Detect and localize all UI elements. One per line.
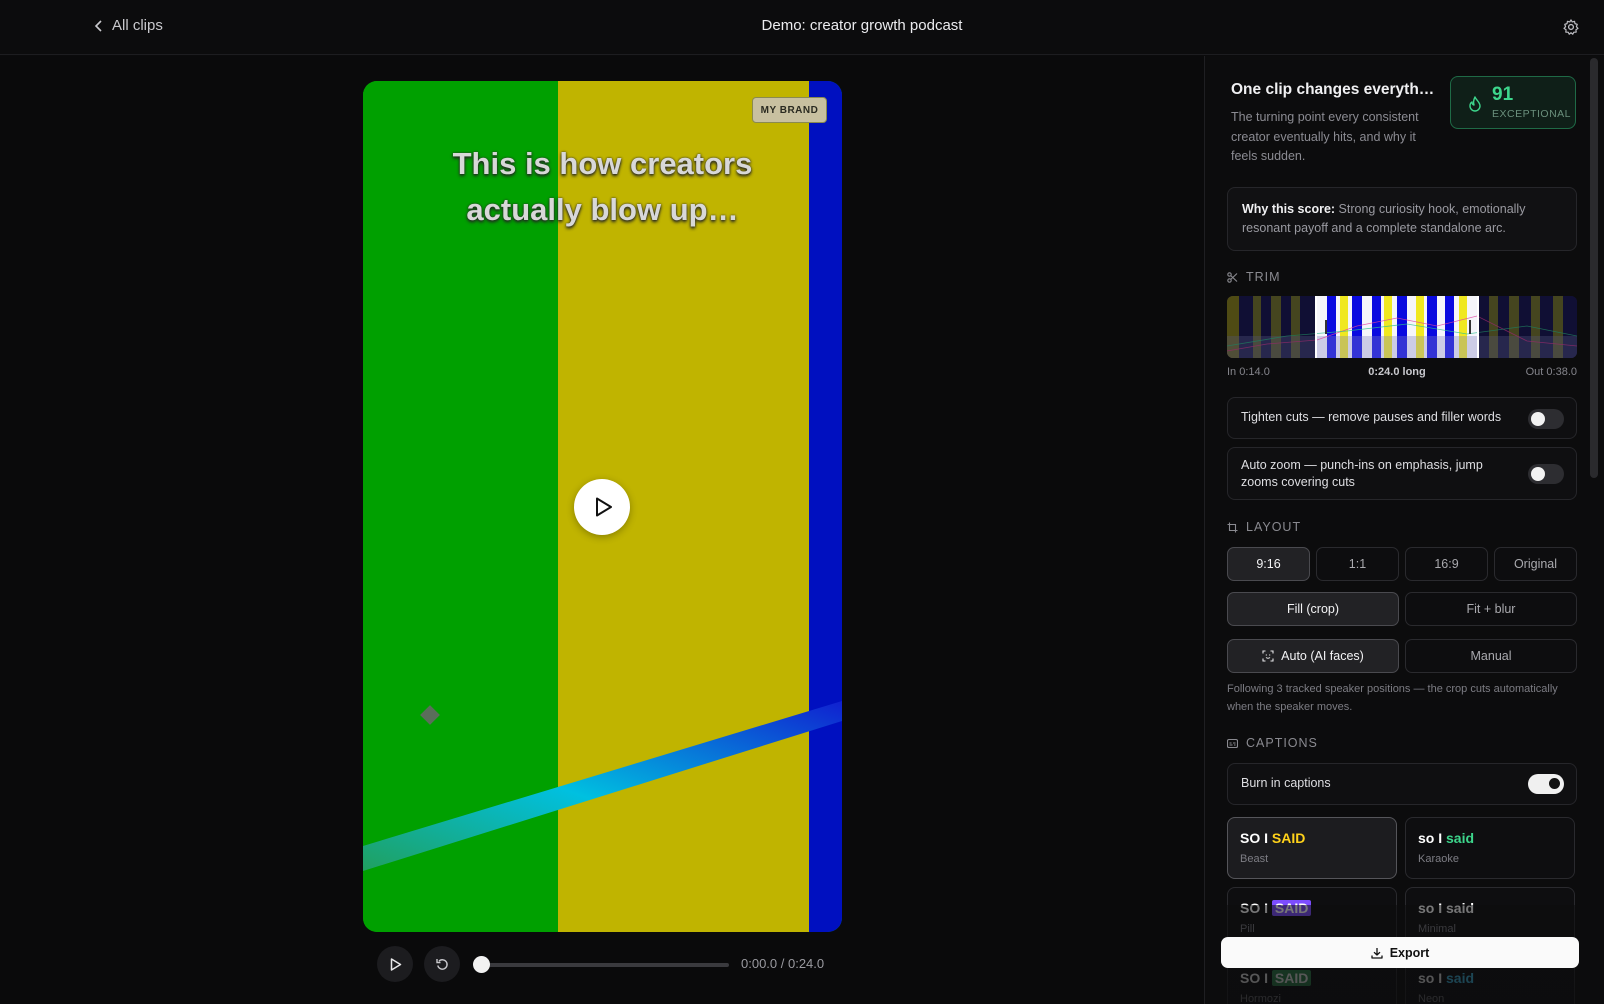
brand-watermark: MY BRAND — [752, 97, 827, 123]
trim-out-label: Out 0:38.0 — [1525, 366, 1577, 378]
caption-style-name: Hormozi — [1240, 993, 1281, 1004]
caption-style-name: Beast — [1240, 853, 1269, 865]
caption-style-name: Karaoke — [1418, 853, 1459, 865]
why-label: Why this score: — [1242, 202, 1336, 216]
play-overlay-button[interactable] — [574, 479, 630, 535]
trim-waveform — [1227, 296, 1577, 358]
flame-icon — [1469, 96, 1481, 112]
restart-button[interactable] — [424, 946, 460, 982]
caption-style-preview: so I said — [1418, 900, 1475, 916]
restart-icon — [435, 958, 448, 970]
fill-crop-button[interactable]: Fill (crop) — [1227, 592, 1399, 626]
caption-style-preview: so I said — [1418, 970, 1475, 986]
caption-style-karaoke[interactable]: so I said Karaoke — [1405, 817, 1575, 879]
gear-icon[interactable] — [1562, 18, 1580, 36]
captions-label: CAPTIONS — [1246, 736, 1318, 750]
layout-section-header: LAYOUT — [1227, 520, 1301, 534]
clip-settings-panel: One clip changes everyth… The turning po… — [1204, 56, 1604, 1004]
ratio-16-9[interactable]: 16:9 — [1405, 547, 1488, 581]
auto-zoom-label: Auto zoom — punch-ins on emphasis, jump … — [1241, 458, 1483, 489]
clip-title: One clip changes everyth… — [1231, 81, 1435, 98]
player-controls: 0:00.0 / 0:24.0 — [377, 946, 837, 982]
preview-stage: MY BRAND This is how creators actually b… — [0, 56, 1204, 1004]
caption-style-preview: SO I SAID — [1240, 900, 1312, 916]
crop-icon — [1227, 522, 1238, 532]
caption-style-preview: SO I SAID — [1240, 830, 1306, 846]
caption-style-beast[interactable]: SO I SAID Beast — [1227, 817, 1397, 879]
play-icon — [390, 957, 401, 971]
seek-handle[interactable] — [473, 956, 490, 973]
caption-style-preview: so I said — [1418, 830, 1475, 846]
time-display: 0:00.0 / 0:24.0 — [741, 956, 825, 971]
ratio-original[interactable]: Original — [1494, 547, 1577, 581]
scissors-icon — [1227, 271, 1238, 283]
ratio-1-1[interactable]: 1:1 — [1316, 547, 1399, 581]
clip-description: The turning point every consistent creat… — [1231, 110, 1419, 163]
caption-style-name: Neon — [1418, 993, 1445, 1004]
score-label: EXCEPTIONAL — [1492, 108, 1572, 120]
fit-blur-button[interactable]: Fit + blur — [1405, 592, 1577, 626]
layout-label: LAYOUT — [1246, 520, 1302, 534]
captions-section-header: CAPTIONS — [1227, 736, 1318, 750]
caption-style-name: Minimal — [1418, 923, 1456, 935]
tighten-cuts-option: Tighten cuts — remove pauses and filler … — [1227, 397, 1577, 439]
burn-in-captions-toggle[interactable] — [1528, 774, 1564, 794]
play-button[interactable] — [377, 946, 413, 982]
tracking-note: Following 3 tracked speaker positions — … — [1227, 683, 1558, 713]
face-scan-icon — [1262, 650, 1274, 662]
burn-in-captions-option: Burn in captions — [1227, 763, 1577, 805]
auto-ai-faces-button[interactable]: Auto (AI faces) — [1227, 639, 1399, 673]
virality-score-badge[interactable]: 91 EXCEPTIONAL — [1450, 76, 1576, 129]
video-preview[interactable]: MY BRAND This is how creators actually b… — [363, 81, 842, 932]
auto-zoom-option: Auto zoom — punch-ins on emphasis, jump … — [1227, 447, 1577, 500]
export-button[interactable]: Export — [1221, 937, 1579, 968]
score-explanation: Why this score: Strong curiosity hook, e… — [1227, 187, 1577, 251]
captions-icon — [1227, 738, 1238, 748]
caption-line-2: actually blow up… — [466, 192, 739, 227]
score-value: 91 — [1492, 84, 1514, 105]
manual-tracking-button[interactable]: Manual — [1405, 639, 1577, 673]
auto-ai-faces-label: Auto (AI faces) — [1281, 649, 1364, 663]
caption-overlay: This is how creators actually blow up… — [363, 141, 842, 233]
trim-length-label: 0:24.0 long — [1368, 366, 1426, 378]
trim-timeline[interactable] — [1227, 296, 1577, 358]
auto-zoom-toggle[interactable] — [1528, 464, 1564, 484]
top-bar: All clips Demo: creator growth podcast — [0, 0, 1604, 55]
play-icon — [595, 497, 612, 517]
download-icon — [1371, 947, 1383, 959]
tighten-cuts-toggle[interactable] — [1528, 409, 1564, 429]
page-title: Demo: creator growth podcast — [761, 17, 963, 34]
export-label: Export — [1389, 945, 1430, 960]
ratio-9-16[interactable]: 9:16 — [1227, 547, 1310, 581]
trim-section-header: TRIM — [1227, 270, 1281, 284]
caption-line-1: This is how creators — [452, 146, 753, 181]
panel-scrollbar[interactable] — [1590, 58, 1598, 478]
burn-in-captions-label: Burn in captions — [1241, 776, 1331, 790]
tighten-cuts-label: Tighten cuts — remove pauses and filler … — [1241, 410, 1502, 424]
trim-label: TRIM — [1246, 270, 1281, 284]
seek-track[interactable] — [481, 963, 729, 967]
caption-style-name: Pill — [1240, 923, 1255, 935]
caption-style-preview: SO I SAID — [1240, 970, 1312, 986]
